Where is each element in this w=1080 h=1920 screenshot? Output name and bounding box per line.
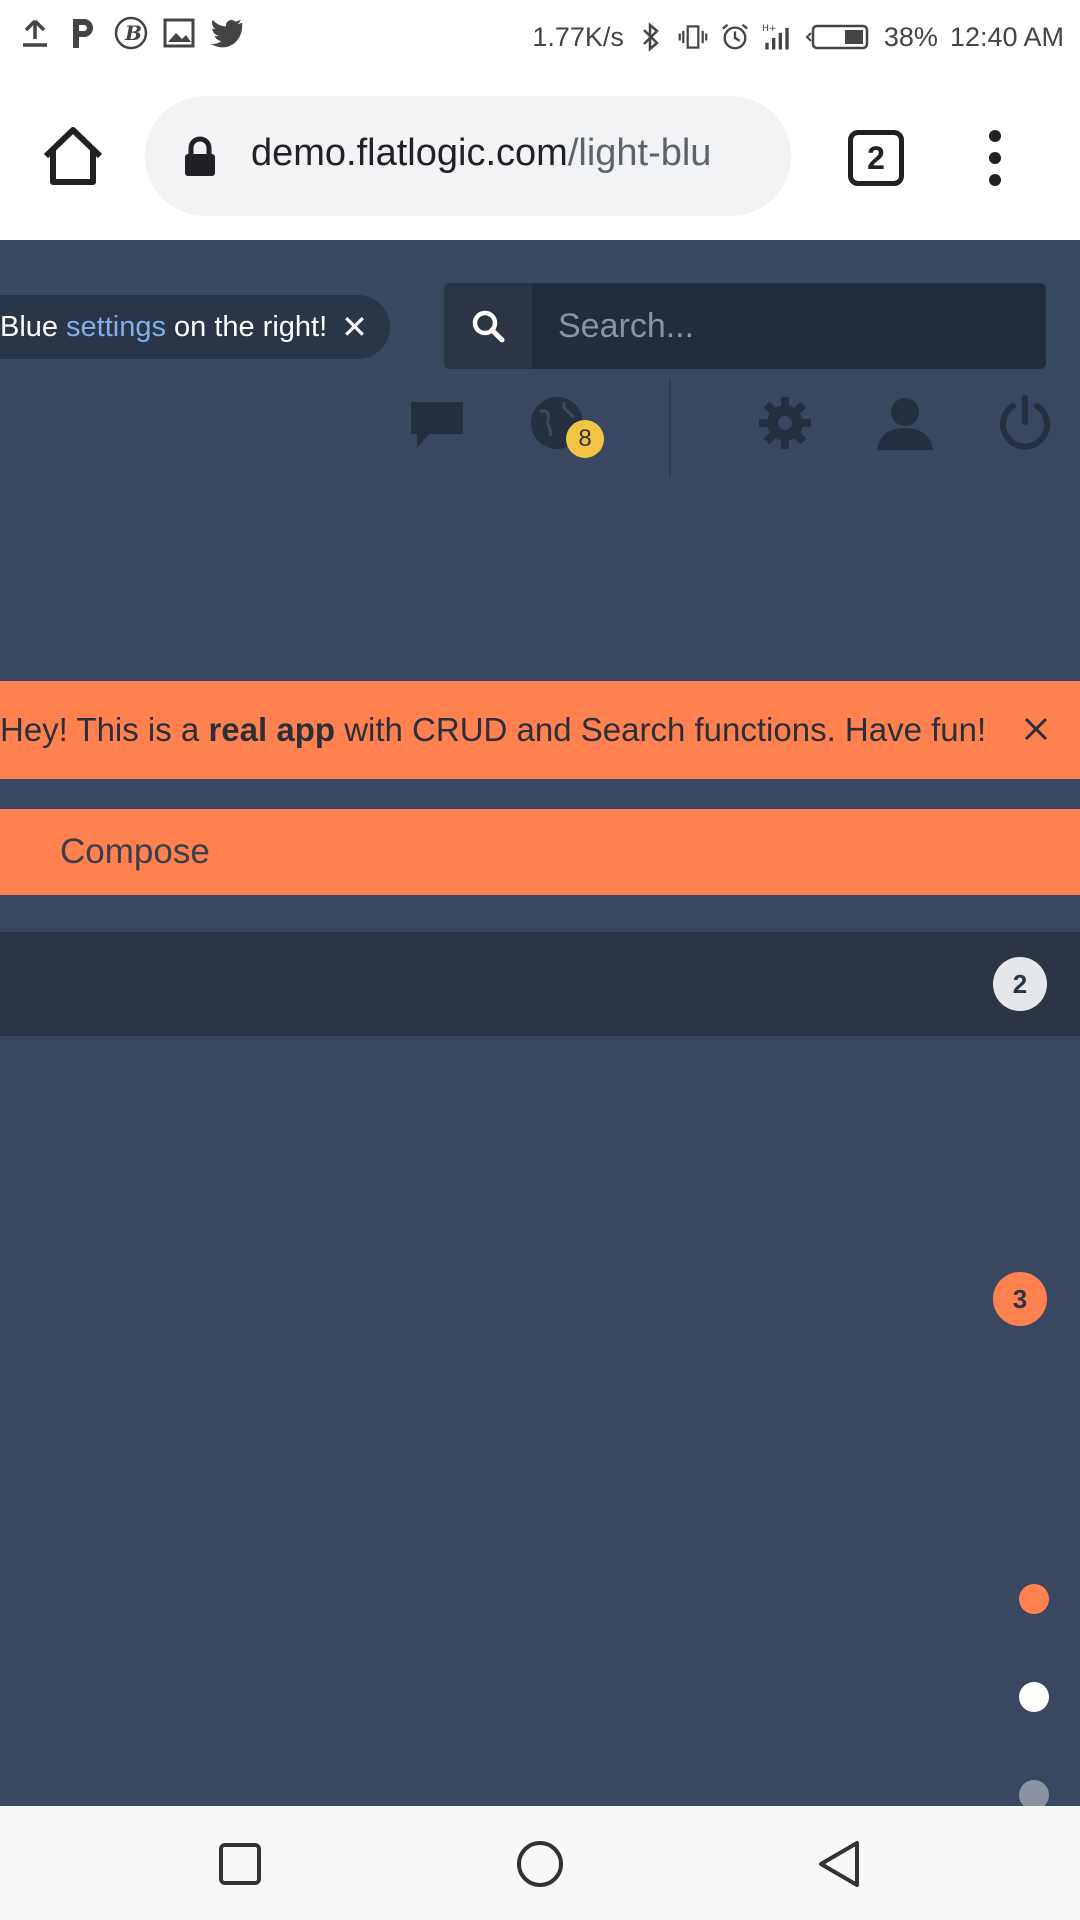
square-icon bbox=[219, 1843, 261, 1885]
search-button[interactable] bbox=[444, 283, 532, 369]
nav-divider bbox=[669, 380, 671, 476]
menu-dot bbox=[989, 152, 1001, 164]
twitter-icon bbox=[210, 16, 244, 50]
close-icon bbox=[1024, 717, 1048, 741]
battery-percent: 38% bbox=[883, 21, 938, 52]
gear-icon[interactable] bbox=[750, 388, 820, 458]
battery-icon bbox=[804, 20, 872, 54]
hint-close-button[interactable]: ✕ bbox=[341, 308, 368, 346]
hint-suffix: on the right! bbox=[174, 310, 328, 343]
notification-badge: 8 bbox=[566, 420, 604, 458]
search-input[interactable] bbox=[532, 283, 1046, 369]
demo-alert: Hey! This is a real app with CRUD and Se… bbox=[0, 681, 1080, 779]
home-button[interactable] bbox=[38, 122, 108, 192]
inbox-count-badge: 2 bbox=[993, 957, 1047, 1011]
back-triangle-icon bbox=[819, 1841, 859, 1887]
home-nav-button[interactable] bbox=[512, 1836, 568, 1892]
upload-icon bbox=[18, 16, 52, 50]
settings-link[interactable]: settings bbox=[66, 311, 166, 344]
status-dot-white bbox=[1019, 1682, 1049, 1712]
back-button[interactable] bbox=[812, 1836, 868, 1892]
b-app-icon: B bbox=[114, 16, 148, 50]
url-text[interactable]: demo.flatlogic.com/light-blu bbox=[251, 132, 771, 175]
tab-switcher-button[interactable]: 2 bbox=[848, 130, 904, 186]
home-icon bbox=[43, 127, 103, 185]
app-viewport: Blue settings on the right! ✕ 8 Hey! Thi… bbox=[0, 240, 1080, 1806]
circle-icon bbox=[517, 1841, 563, 1887]
inbox-folder-row[interactable]: 2 bbox=[0, 932, 1080, 1036]
gallery-icon bbox=[162, 16, 196, 50]
alert-text-bold: real app bbox=[208, 711, 336, 748]
more-menu-button[interactable] bbox=[980, 130, 1010, 186]
alert-text: Hey! This is a real app with CRUD and Se… bbox=[0, 711, 986, 749]
vibrate-icon bbox=[678, 20, 708, 54]
search-icon bbox=[472, 310, 505, 343]
unread-count-badge: 3 bbox=[993, 1272, 1047, 1326]
alarm-icon bbox=[720, 20, 750, 54]
settings-hint: Blue settings on the right! ✕ bbox=[0, 295, 390, 359]
bluetooth-icon bbox=[636, 20, 666, 54]
browser-toolbar: demo.flatlogic.com/light-blu 2 bbox=[0, 74, 1080, 240]
svg-text:H+: H+ bbox=[762, 23, 777, 34]
url-host: demo.flatlogic.com bbox=[251, 132, 568, 174]
clock: 12:40 AM bbox=[949, 21, 1064, 52]
lock-icon bbox=[183, 136, 217, 178]
status-right: 1.77K/s H+ 38% 12:40 AM bbox=[532, 20, 1064, 54]
menu-dot bbox=[989, 174, 1001, 186]
address-bar[interactable]: demo.flatlogic.com/light-blu bbox=[145, 96, 791, 216]
status-dot-gray bbox=[1019, 1780, 1049, 1806]
menu-dot bbox=[989, 130, 1001, 142]
network-speed: 1.77K/s bbox=[532, 21, 624, 52]
power-icon[interactable] bbox=[990, 388, 1060, 458]
system-nav-bar bbox=[0, 1806, 1080, 1920]
p-app-icon bbox=[66, 16, 100, 50]
user-icon[interactable] bbox=[870, 388, 940, 458]
alert-text-before: Hey! This is a bbox=[0, 711, 209, 748]
alert-text-after: with CRUD and Search functions. Have fun… bbox=[335, 711, 987, 748]
recents-button[interactable] bbox=[212, 1836, 268, 1892]
signal-icon: H+ bbox=[762, 20, 792, 54]
hint-prefix: Blue bbox=[0, 310, 59, 343]
status-left-icons: B bbox=[18, 16, 244, 50]
status-dot-orange bbox=[1019, 1584, 1049, 1614]
status-bar: B 1.77K/s H+ 38% 12:40 AM bbox=[0, 0, 1080, 74]
url-path: /light-blu bbox=[567, 132, 712, 174]
svg-text:B: B bbox=[124, 21, 142, 45]
alert-close-button[interactable] bbox=[1016, 709, 1056, 749]
search-box bbox=[444, 283, 1046, 369]
compose-button[interactable]: Compose bbox=[0, 809, 1080, 895]
chat-icon[interactable] bbox=[402, 390, 472, 460]
